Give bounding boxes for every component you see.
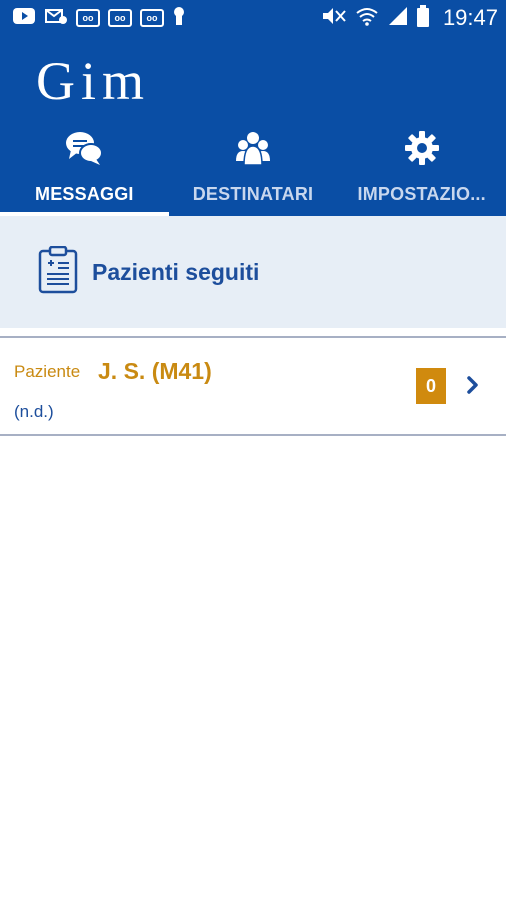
tab-impostazioni[interactable]: IMPOSTAZIO... bbox=[337, 122, 506, 216]
gear-icon bbox=[402, 128, 442, 168]
tab-impostazioni-label: IMPOSTAZIO... bbox=[357, 184, 486, 204]
tab-destinatari-label: DESTINATARI bbox=[192, 184, 314, 204]
signal-icon bbox=[387, 6, 409, 31]
keyhole-icon bbox=[172, 6, 186, 31]
tab-messaggi[interactable]: MESSAGGI bbox=[0, 122, 169, 216]
app-logo: Gim bbox=[36, 51, 151, 111]
chat-bubbles-icon bbox=[64, 128, 104, 168]
app-header: Gim MESSAGGI DESTINATARI IMPOSTAZIO... bbox=[0, 36, 506, 216]
status-time: 19:47 bbox=[442, 5, 498, 30]
message-count-badge: 0 bbox=[416, 368, 446, 404]
voicemail-icon: oo bbox=[108, 9, 132, 27]
patient-label: Paziente bbox=[14, 362, 81, 381]
status-bar-left: oo oo oo bbox=[12, 6, 186, 31]
patient-subtitle: (n.d.) bbox=[14, 402, 54, 421]
tab-messaggi-label: MESSAGGI bbox=[35, 184, 134, 204]
mute-icon bbox=[321, 6, 347, 31]
tab-bar: MESSAGGI DESTINATARI IMPOSTAZIO... bbox=[0, 122, 506, 216]
section-title: Pazienti seguiti bbox=[92, 258, 260, 285]
chevron-right-icon[interactable] bbox=[466, 374, 480, 396]
voicemail-icon: oo bbox=[76, 9, 100, 27]
voicemail-icon: oo bbox=[140, 9, 164, 27]
battery-icon bbox=[416, 4, 429, 32]
mail-icon bbox=[44, 7, 68, 30]
patient-name: J. S. (M41) bbox=[98, 358, 212, 384]
wifi-icon bbox=[355, 6, 379, 31]
youtube-icon bbox=[12, 7, 36, 30]
status-bar: oo oo oo 19:47 bbox=[0, 0, 506, 36]
tab-destinatari[interactable]: DESTINATARI bbox=[169, 122, 338, 216]
clipboard-icon bbox=[38, 245, 78, 299]
status-bar-right: 19:47 bbox=[321, 4, 498, 32]
section-header: Pazienti seguiti bbox=[0, 216, 506, 328]
group-icon bbox=[233, 128, 273, 168]
patient-row[interactable]: Paziente J. S. (M41) (n.d.) 0 bbox=[0, 336, 506, 436]
